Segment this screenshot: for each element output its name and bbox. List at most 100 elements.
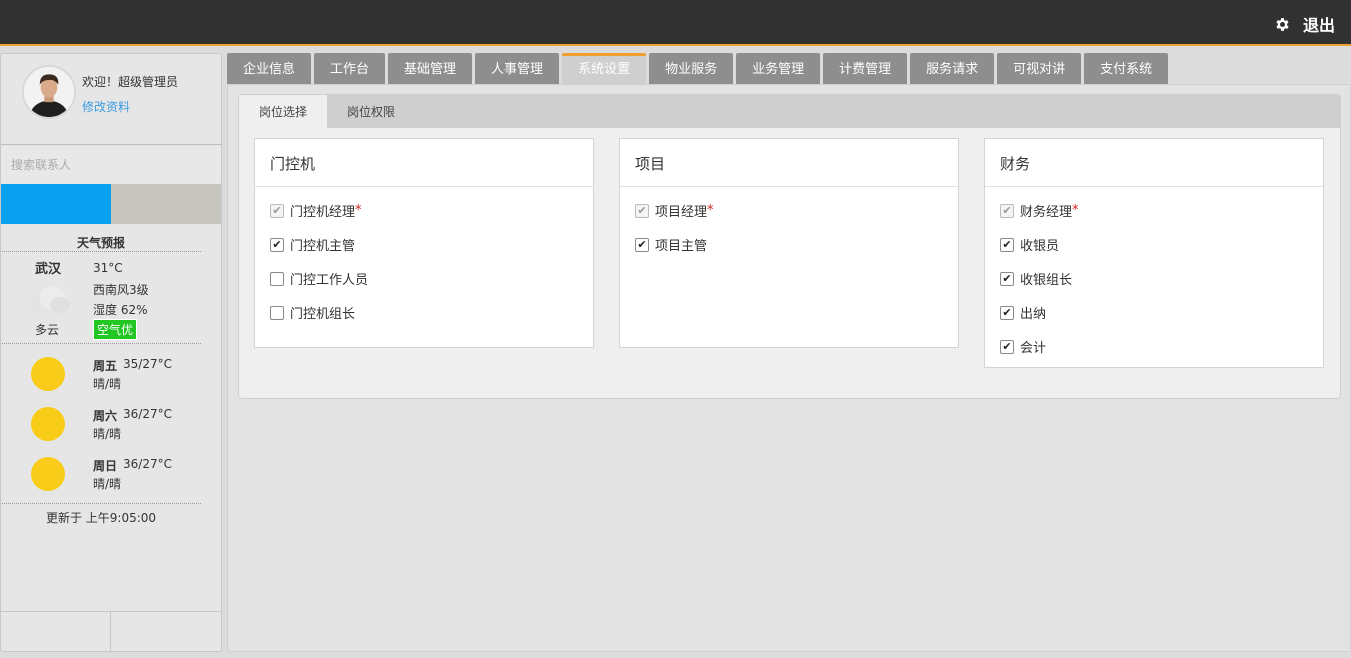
weather-condition: 多云 — [35, 323, 60, 337]
avatar[interactable] — [22, 65, 76, 119]
position-checkbox[interactable] — [270, 237, 284, 252]
main-panel: 企业信息 工作台 基础管理 人事管理 系统设置 物业服务 业务管理 计费管理 服务请求 可视对讲支… — [227, 53, 1351, 652]
position-checkbox — [270, 203, 284, 218]
position-option: 项目主管 — [635, 235, 707, 254]
forecast-day-name: 周日 — [93, 459, 118, 473]
position-option: 门控机经理* — [270, 201, 362, 220]
position-label: 门控机组长 — [290, 307, 356, 322]
sub-tab-1[interactable]: 岗位权限 — [327, 95, 415, 128]
required-marker: * — [707, 203, 714, 218]
weather-wind: 西南风3级 — [93, 283, 149, 297]
position-label: 门控机经理 — [290, 205, 356, 220]
content-area: 岗位选择岗位权限 门控机门控机经理*门控机主管门控工作人员门控机组长项目项目经理… — [227, 84, 1351, 652]
main-tab-0[interactable]: 企业信息 — [227, 53, 312, 84]
forecast-desc: 晴/晴 — [93, 477, 122, 491]
main-tab-bar: 企业信息 工作台 基础管理 人事管理 系统设置 物业服务 业务管理 计费管理 服务请求 可视对讲支… — [227, 53, 1171, 84]
sidebar-footer-left-button[interactable] — [1, 612, 111, 651]
position-option: 收银员 — [1000, 235, 1059, 254]
main-tab-6[interactable]: 业务管理 — [736, 53, 821, 84]
position-checkbox[interactable] — [1000, 305, 1014, 320]
position-option: 门控机主管 — [270, 235, 355, 254]
sidebar-footer-right-button[interactable] — [111, 612, 221, 651]
main-tab-10[interactable]: 支付系统 — [1084, 53, 1169, 84]
main-tab-9[interactable]: 可视对讲 — [997, 53, 1082, 84]
position-checkbox — [1000, 203, 1014, 218]
position-option: 门控工作人员 — [270, 269, 368, 288]
position-checkbox[interactable] — [270, 271, 284, 286]
sun-icon — [31, 457, 65, 491]
weather-humidity: 湿度 62% — [93, 303, 148, 317]
sun-icon — [31, 407, 65, 441]
position-option: 财务经理* — [1000, 201, 1079, 220]
position-panel: 岗位选择岗位权限 门控机门控机经理*门控机主管门控工作人员门控机组长项目项目经理… — [238, 94, 1341, 399]
position-option: 会计 — [1000, 337, 1046, 356]
card-title: 门控机 — [255, 139, 593, 187]
sidebar-tab-primary[interactable] — [1, 184, 111, 224]
required-marker: * — [1072, 203, 1079, 218]
position-checkbox — [635, 203, 649, 218]
position-label: 出纳 — [1020, 307, 1047, 322]
forecast-desc: 晴/晴 — [93, 427, 122, 441]
main-tab-7[interactable]: 计费管理 — [823, 53, 908, 84]
forecast-day: 周日 36/27°C 晴/晴 — [1, 454, 201, 494]
forecast-day: 周五 35/27°C 晴/晴 — [1, 354, 201, 394]
avatar-image — [24, 67, 74, 117]
position-option: 门控机组长 — [270, 303, 355, 322]
card-title: 项目 — [620, 139, 958, 187]
position-checkbox[interactable] — [635, 237, 649, 252]
position-checkbox[interactable] — [1000, 271, 1014, 286]
position-group-card: 财务财务经理* 收银员收银组长出纳会计 — [984, 138, 1324, 368]
cloud-icon — [29, 286, 70, 313]
position-checkbox[interactable] — [270, 305, 284, 320]
air-quality-badge: 空气优 — [93, 319, 138, 340]
gear-icon — [1276, 17, 1289, 31]
position-group-card: 项目项目经理* 项目主管 — [619, 138, 959, 348]
card-title: 财务 — [985, 139, 1323, 187]
position-label: 门控工作人员 — [290, 273, 369, 288]
position-option: 项目经理* — [635, 201, 714, 220]
position-group-card: 门控机门控机经理* 门控机主管门控工作人员门控机组长 — [254, 138, 594, 348]
forecast-desc: 晴/晴 — [93, 377, 122, 391]
edit-profile-link[interactable]: 修改资料 — [82, 98, 130, 115]
sidebar-tab-secondary[interactable] — [111, 184, 221, 224]
position-label: 会计 — [1020, 341, 1047, 356]
position-label: 门控机主管 — [290, 239, 356, 254]
position-label: 项目主管 — [655, 239, 708, 254]
forecast-temp: 36/27°C — [123, 457, 172, 471]
divider — [2, 251, 201, 252]
forecast-temp: 36/27°C — [123, 407, 172, 421]
position-checkbox[interactable] — [1000, 237, 1014, 252]
forecast-day-name: 周五 — [93, 359, 118, 373]
weather-city: 武汉 — [35, 262, 62, 277]
forecast-day-name: 周六 — [93, 409, 118, 423]
main-tab-3[interactable]: 人事管理 — [475, 53, 560, 84]
position-label: 项目经理 — [655, 205, 708, 220]
position-label: 收银员 — [1020, 239, 1060, 254]
sidebar: 欢迎！超级管理员 修改资料 天气预报 武汉 31°C 西南风3级 湿度 62% … — [0, 53, 222, 652]
sub-tab-0[interactable]: 岗位选择 — [239, 95, 328, 128]
position-checkbox[interactable] — [1000, 339, 1014, 354]
main-tab-8[interactable]: 服务请求 — [910, 53, 995, 84]
contact-search-input[interactable] — [1, 146, 221, 183]
main-tab-2[interactable]: 基础管理 — [388, 53, 473, 84]
sub-tab-bar: 岗位选择 岗位权限 — [239, 95, 1340, 128]
profile-panel: 欢迎！超级管理员 修改资料 — [1, 54, 221, 145]
top-bar: 退出 — [0, 0, 1351, 46]
position-label: 收银组长 — [1020, 273, 1073, 288]
sidebar-footer — [1, 611, 221, 651]
main-tab-5[interactable]: 物业服务 — [649, 53, 734, 84]
main-tab-4[interactable]: 系统设置 — [562, 53, 647, 84]
position-option: 收银组长 — [1000, 269, 1072, 288]
forecast-temp: 35/27°C — [123, 357, 172, 371]
logout-button[interactable]: 退出 — [1274, 12, 1335, 36]
position-label: 财务经理 — [1020, 205, 1073, 220]
main-tab-1[interactable]: 工作台 — [314, 53, 386, 84]
divider — [2, 343, 201, 344]
logout-label: 退出 — [1302, 16, 1335, 35]
welcome-text: 欢迎！超级管理员 — [82, 75, 179, 89]
weather-temperature: 31°C — [93, 261, 123, 275]
divider — [2, 503, 201, 504]
weather-updated-time: 更新于 上午9:05:00 — [45, 511, 157, 525]
weather-title: 天气预报 — [76, 236, 125, 250]
position-option: 出纳 — [1000, 303, 1046, 322]
